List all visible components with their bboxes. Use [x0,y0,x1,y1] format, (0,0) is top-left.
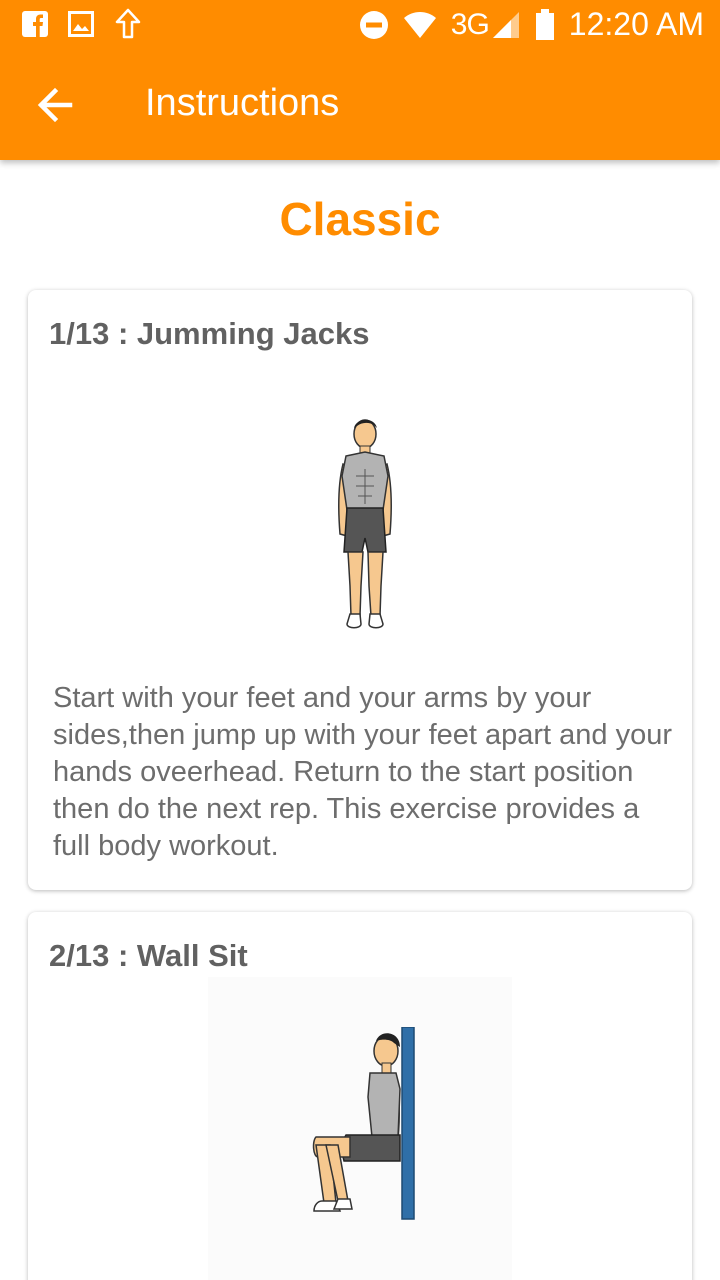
battery-icon [535,8,554,40]
wifi-icon [403,11,436,38]
signal-icon [492,11,519,38]
upload-icon [115,8,141,39]
exercise-list[interactable]: Classic 1/13 : Jumming Jacks Start with … [0,160,720,1280]
wall-sit-figure [312,1027,415,1220]
jumping-jacks-figure [338,419,392,629]
clock: 12:20 AM [568,6,704,42]
network-type: 3G [450,7,490,41]
page-title: Instructions [145,82,340,124]
facebook-icon [22,11,48,37]
arrow-left-icon [37,87,73,123]
exercise-title: 1/13 : Jumming Jacks [49,316,370,351]
back-button[interactable] [30,80,80,130]
exercise-image-frame [208,977,512,1280]
exercise-card[interactable]: 1/13 : Jumming Jacks Start with your fee… [28,290,692,890]
do-not-disturb-icon [359,10,388,39]
app-bar: 3G 12:20 AM Instructions [0,0,720,160]
image-icon [68,11,94,37]
section-title: Classic [279,193,441,245]
exercise-card[interactable]: 2/13 : Wall Sit [28,912,692,1280]
toolbar: Instructions [0,50,720,160]
exercise-title: 2/13 : Wall Sit [49,938,248,973]
status-bar: 3G 12:20 AM [0,0,720,50]
exercise-description: Start with your feet and your arms by yo… [53,682,673,862]
